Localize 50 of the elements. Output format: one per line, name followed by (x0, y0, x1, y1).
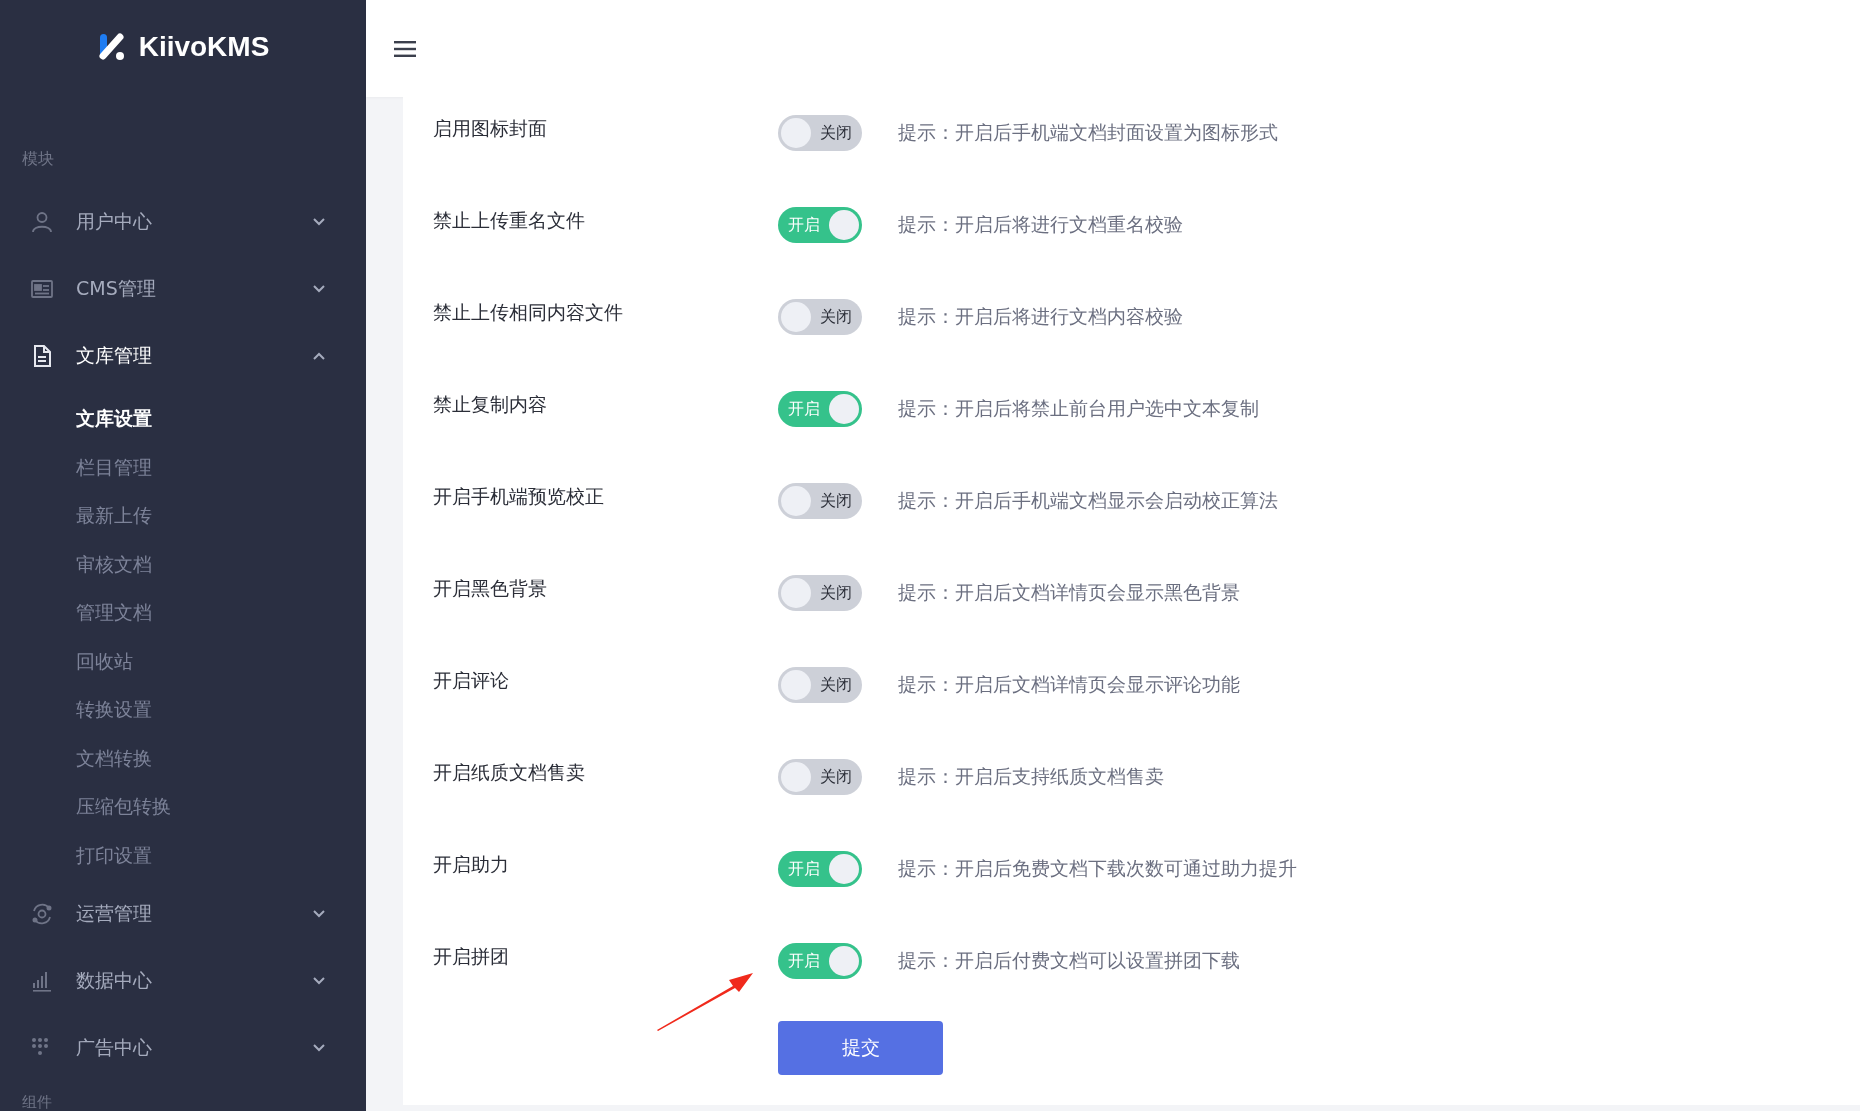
submenu-item[interactable]: 栏目管理 (0, 443, 366, 492)
submenu-item[interactable]: 管理文档 (0, 589, 366, 638)
logo-text: KiivoKMS (138, 30, 270, 63)
section-label: 组件 (21, 1092, 53, 1111)
section-label: 模块 (21, 148, 55, 170)
toggle-switch[interactable]: 关闭 (778, 299, 862, 335)
toggle-switch[interactable]: 关闭 (778, 483, 862, 519)
setting-hint: 提示：开启后将禁止前台用户选中文本复制 (898, 396, 1259, 421)
setting-hint: 提示：开启后支持纸质文档售卖 (898, 764, 1164, 789)
setting-label: 禁止上传重名文件 (433, 208, 586, 233)
setting-label: 启用图标封面 (433, 116, 548, 141)
setting-label: 开启黑色背景 (433, 576, 548, 601)
menu-item[interactable]: 广告中心 (0, 1014, 366, 1081)
submenu-item[interactable]: 文库设置 (0, 395, 366, 444)
setting-hint: 提示：开启后手机端文档显示会启动校正算法 (898, 488, 1278, 513)
setting-hint: 提示：开启后将进行文档内容校验 (898, 304, 1183, 329)
setting-hint: 提示：开启后文档详情页会显示黑色背景 (898, 580, 1240, 605)
menu-item[interactable]: CMS管理 (0, 255, 366, 322)
submenu-item[interactable]: 打印设置 (0, 831, 366, 880)
submenu-item[interactable]: 回收站 (0, 637, 366, 686)
setting-hint: 提示：开启后将进行文档重名校验 (898, 212, 1183, 237)
submenu-item[interactable]: 文档转换 (0, 734, 366, 783)
setting-label: 开启纸质文档售卖 (433, 760, 586, 785)
submenu-item[interactable]: 最新上传 (0, 492, 366, 541)
setting-hint: 提示：开启后免费文档下载次数可通过助力提升 (898, 856, 1297, 881)
setting-hint: 提示：开启后文档详情页会显示评论功能 (898, 672, 1240, 697)
setting-label: 开启评论 (433, 668, 510, 693)
menu-item[interactable]: 数据中心 (0, 947, 366, 1014)
toggle-switch[interactable]: 关闭 (778, 759, 862, 795)
toggle-switch[interactable]: 关闭 (778, 667, 862, 703)
menu-item[interactable]: 用户中心 (0, 188, 366, 255)
setting-label: 禁止复制内容 (433, 392, 548, 417)
toggle-switch[interactable]: 开启 (778, 943, 862, 979)
submit-button[interactable]: 提交 (778, 1021, 943, 1075)
toggle-switch[interactable]: 关闭 (778, 115, 862, 151)
submenu-item[interactable]: 审核文档 (0, 540, 366, 589)
setting-hint: 提示：开启后付费文档可以设置拼团下载 (898, 948, 1240, 973)
setting-label: 禁止上传相同内容文件 (433, 300, 624, 325)
toggle-switch[interactable]: 开启 (778, 851, 862, 887)
setting-label: 开启拼团 (433, 944, 510, 969)
submenu-item[interactable]: 压缩包转换 (0, 783, 366, 832)
setting-label: 开启手机端预览校正 (433, 484, 605, 509)
setting-label: 开启助力 (433, 852, 510, 877)
toggle-switch[interactable]: 开启 (778, 391, 862, 427)
submenu-item[interactable]: 转换设置 (0, 686, 366, 735)
toggle-switch[interactable]: 关闭 (778, 575, 862, 611)
setting-hint: 提示：开启后手机端文档封面设置为图标形式 (898, 120, 1278, 145)
menu-item[interactable]: 运营管理 (0, 880, 366, 947)
toggle-switch[interactable]: 开启 (778, 207, 862, 243)
menu-item[interactable]: 文库管理 (0, 322, 366, 389)
